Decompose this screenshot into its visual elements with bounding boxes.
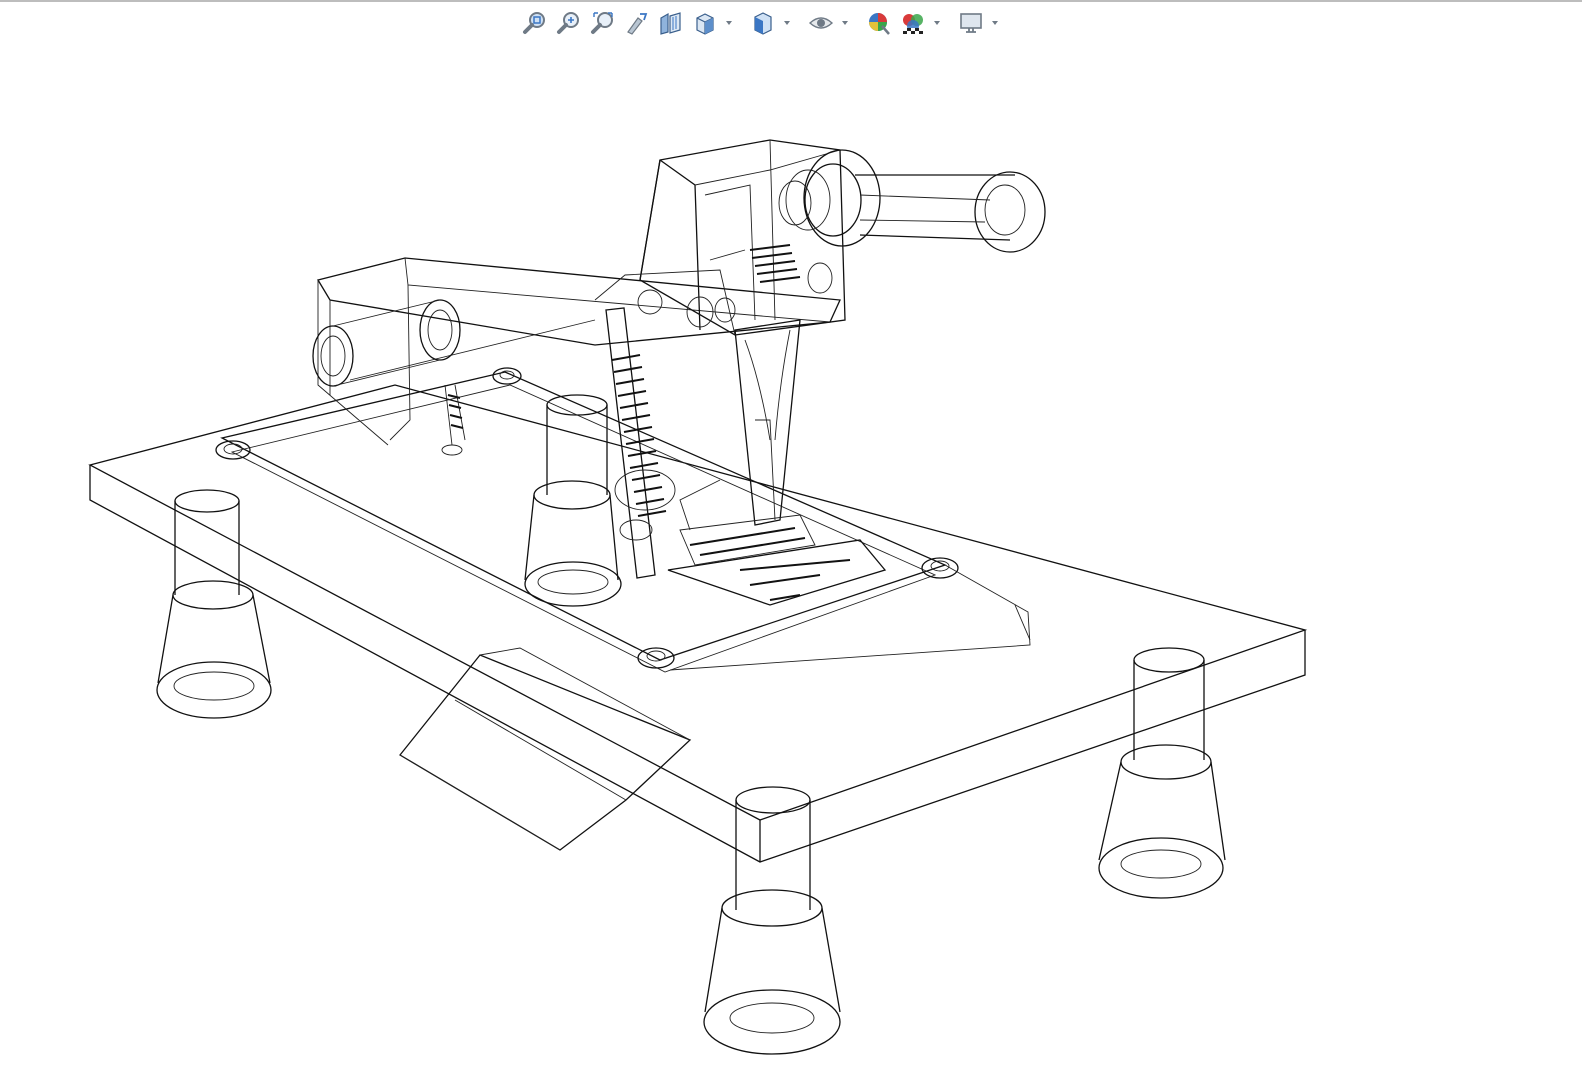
arm-housing	[316, 257, 841, 446]
hide-show-items-dropdown[interactable]	[840, 8, 850, 38]
view-orientation-dropdown[interactable]	[724, 8, 734, 38]
handle-grip	[855, 171, 1046, 253]
chevron-down-icon	[934, 21, 940, 25]
head-block	[594, 139, 846, 336]
zoom-to-selection-icon	[591, 12, 613, 34]
foot-rear-left	[524, 394, 622, 607]
section-view-icon	[660, 12, 681, 35]
view-settings-dropdown[interactable]	[990, 8, 1000, 38]
chevron-down-icon	[726, 21, 732, 25]
hide-show-items-icon	[808, 17, 834, 29]
display-style-dropdown[interactable]	[782, 8, 792, 38]
chevron-down-icon	[842, 21, 848, 25]
zoom-to-area-icon	[557, 12, 579, 34]
connector-assembly	[667, 479, 887, 606]
zoom-to-fit-button[interactable]	[520, 8, 550, 38]
window-top-border	[0, 0, 1582, 2]
view-orientation-icon	[696, 13, 714, 35]
zoom-to-area-button[interactable]	[554, 8, 584, 38]
graphics-area[interactable]	[0, 40, 1582, 1080]
tension-link	[441, 384, 466, 456]
front-ramp	[399, 647, 692, 851]
zoom-to-selection-button[interactable]	[588, 8, 618, 38]
chevron-down-icon	[784, 21, 790, 25]
apply-scene-dropdown[interactable]	[932, 8, 942, 38]
foot-front-right	[703, 786, 841, 1055]
hide-show-items-button[interactable]	[806, 8, 836, 38]
view-orientation-button[interactable]	[690, 8, 720, 38]
view-settings-button[interactable]	[956, 8, 986, 38]
previous-view-button[interactable]	[622, 8, 652, 38]
screw-rear-center	[492, 367, 522, 385]
heads-up-view-toolbar	[520, 6, 1000, 40]
monitor-icon	[960, 13, 982, 33]
display-style-button[interactable]	[748, 8, 778, 38]
edit-appearance-icon	[869, 13, 890, 35]
vertical-support	[734, 319, 801, 526]
wireframe-model[interactable]	[0, 40, 1582, 1080]
zoom-to-fit-icon	[523, 12, 545, 34]
screw-right	[921, 557, 959, 579]
chevron-down-icon	[992, 21, 998, 25]
foot-front-left	[156, 489, 272, 719]
section-view-button[interactable]	[656, 8, 686, 38]
display-style-icon	[754, 12, 772, 35]
previous-view-icon	[627, 13, 648, 35]
apply-scene-button[interactable]	[898, 8, 928, 38]
apply-scene-icon	[903, 14, 923, 34]
left-roller	[312, 299, 461, 387]
foot-rear-right	[1098, 647, 1226, 899]
edit-appearance-button[interactable]	[864, 8, 894, 38]
